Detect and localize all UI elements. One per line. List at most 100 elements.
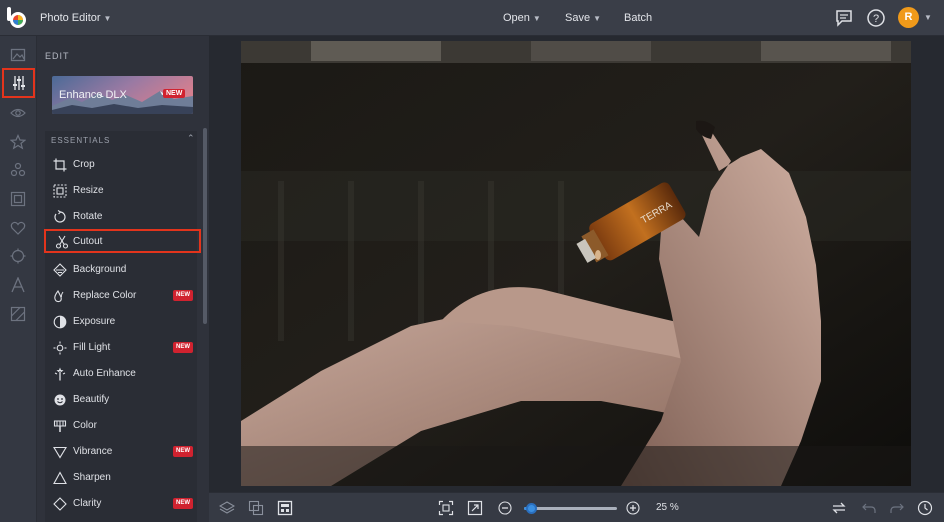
tool-label: Rotate	[73, 211, 103, 222]
expand-icon[interactable]	[467, 500, 483, 516]
zoom-in-icon[interactable]	[625, 500, 641, 516]
tool-label: Crop	[73, 159, 95, 170]
tool-label: Vibrance	[73, 446, 113, 457]
sharpen-icon	[53, 471, 67, 485]
tool-label: Resize	[73, 185, 104, 196]
photo-canvas[interactable]: TERRA	[241, 41, 911, 486]
color-icon	[53, 420, 67, 432]
history-icon[interactable]	[917, 500, 933, 516]
resize-icon	[53, 184, 67, 198]
layers-icon[interactable]	[219, 500, 235, 516]
top-bar: Photo Editor ▼ Open ▼ Save ▼ Batch ? R ▼	[0, 0, 944, 36]
tool-label: Auto Enhance	[73, 368, 136, 379]
section-title: ESSENTIALS	[51, 136, 111, 145]
text-icon[interactable]	[6, 273, 30, 297]
crop-icon	[53, 158, 67, 172]
tool-label: Replace Color	[73, 290, 137, 301]
compare-icon[interactable]	[248, 500, 264, 516]
photo-image: TERRA	[241, 41, 911, 486]
texture-icon[interactable]	[6, 244, 30, 268]
undo-icon[interactable]	[861, 500, 877, 516]
tool-sharpen[interactable]: Sharpen	[45, 466, 197, 490]
tool-cutout[interactable]: Cutout	[44, 229, 201, 253]
batch-label: Batch	[624, 12, 653, 24]
tool-label: Exposure	[73, 316, 116, 327]
new-badge: NEW	[173, 446, 193, 457]
scissors-icon	[55, 235, 69, 249]
app-menu-button[interactable]: Photo Editor ▼	[34, 8, 117, 28]
bottom-bar: 25 %	[209, 492, 944, 522]
tool-label: Cutout	[73, 236, 103, 247]
tool-label: Background	[73, 264, 127, 275]
zoom-slider-handle[interactable]	[526, 503, 537, 514]
zoom-slider[interactable]	[524, 503, 617, 514]
clarity-icon	[53, 497, 67, 511]
tool-vibrance[interactable]: Vibrance NEW	[45, 440, 197, 464]
new-badge: NEW	[173, 498, 193, 509]
chevron-down-icon[interactable]: ▼	[924, 13, 932, 22]
zoom-out-icon[interactable]	[497, 500, 513, 516]
heart-icon[interactable]	[6, 216, 30, 240]
chat-icon[interactable]	[834, 8, 854, 28]
background-icon	[53, 263, 67, 277]
chevron-up-icon[interactable]: ⌃	[187, 133, 195, 144]
magic-wand-icon	[54, 367, 66, 381]
redo-icon[interactable]	[889, 500, 905, 516]
essentials-section: ESSENTIALS ⌃ Crop Resize Rotate Cutout B…	[44, 131, 201, 522]
enhance-dlx-label: Enhance DLX	[59, 89, 127, 101]
tool-rotate[interactable]: Rotate	[45, 205, 197, 229]
fill-light-icon	[53, 341, 67, 355]
help-icon[interactable]: ?	[866, 8, 886, 28]
chevron-down-icon: ▼	[532, 14, 541, 23]
adjustments-icon[interactable]	[2, 68, 35, 98]
new-badge: NEW	[163, 89, 186, 98]
image-icon[interactable]	[6, 43, 30, 67]
save-label: Save	[565, 12, 591, 24]
eye-icon[interactable]	[6, 101, 30, 125]
overlay-icon[interactable]	[6, 302, 30, 326]
shapes-icon[interactable]	[6, 158, 30, 182]
tool-clarity[interactable]: Clarity NEW	[45, 492, 197, 516]
tool-rail	[0, 36, 37, 522]
tool-auto-enhance[interactable]: Auto Enhance	[45, 362, 197, 386]
avatar[interactable]: R	[898, 7, 919, 28]
open-button[interactable]: Open ▼	[496, 8, 548, 28]
gallery-icon[interactable]	[277, 500, 293, 516]
tool-label: Color	[73, 420, 97, 431]
color-drop-icon	[54, 289, 64, 303]
vibrance-icon	[53, 446, 67, 459]
flip-icon[interactable]	[831, 500, 847, 516]
panel-scrollbar[interactable]	[203, 128, 207, 324]
app-logo-icon[interactable]	[6, 6, 30, 30]
tool-crop[interactable]: Crop	[45, 153, 197, 177]
star-icon[interactable]	[6, 130, 30, 154]
beautify-icon	[54, 394, 66, 406]
tool-resize[interactable]: Resize	[45, 179, 197, 203]
tool-label: Fill Light	[73, 342, 111, 353]
new-badge: NEW	[173, 342, 193, 353]
enhance-dlx-card[interactable]: Enhance DLX NEW	[52, 76, 193, 114]
tool-label: Sharpen	[73, 472, 111, 483]
chevron-down-icon: ▼	[103, 14, 112, 23]
new-badge: NEW	[173, 290, 193, 301]
app-menu-label: Photo Editor	[40, 12, 101, 24]
open-label: Open	[503, 12, 530, 24]
exposure-icon	[53, 315, 67, 329]
tool-color[interactable]: Color	[45, 414, 197, 438]
frame-icon[interactable]	[6, 187, 30, 211]
tool-label: Clarity	[73, 498, 102, 509]
edit-panel: EDIT Enhance DLX NEW ESSENTIALS ⌃ Crop R…	[37, 36, 209, 522]
tool-background[interactable]: Background	[45, 258, 197, 282]
svg-text:?: ?	[873, 13, 879, 25]
tool-fill-light[interactable]: Fill Light NEW	[45, 336, 197, 360]
rotate-icon	[54, 210, 66, 223]
chevron-down-icon: ▼	[593, 14, 601, 23]
batch-button[interactable]: Batch	[617, 8, 659, 28]
canvas-area[interactable]: TERRA	[209, 36, 944, 492]
fit-screen-icon[interactable]	[438, 500, 454, 516]
zoom-level-label: 25 %	[656, 502, 679, 513]
save-button[interactable]: Save ▼	[558, 8, 608, 28]
tool-replace-color[interactable]: Replace Color NEW	[45, 284, 197, 308]
tool-exposure[interactable]: Exposure	[45, 310, 197, 334]
tool-beautify[interactable]: Beautify	[45, 388, 197, 412]
